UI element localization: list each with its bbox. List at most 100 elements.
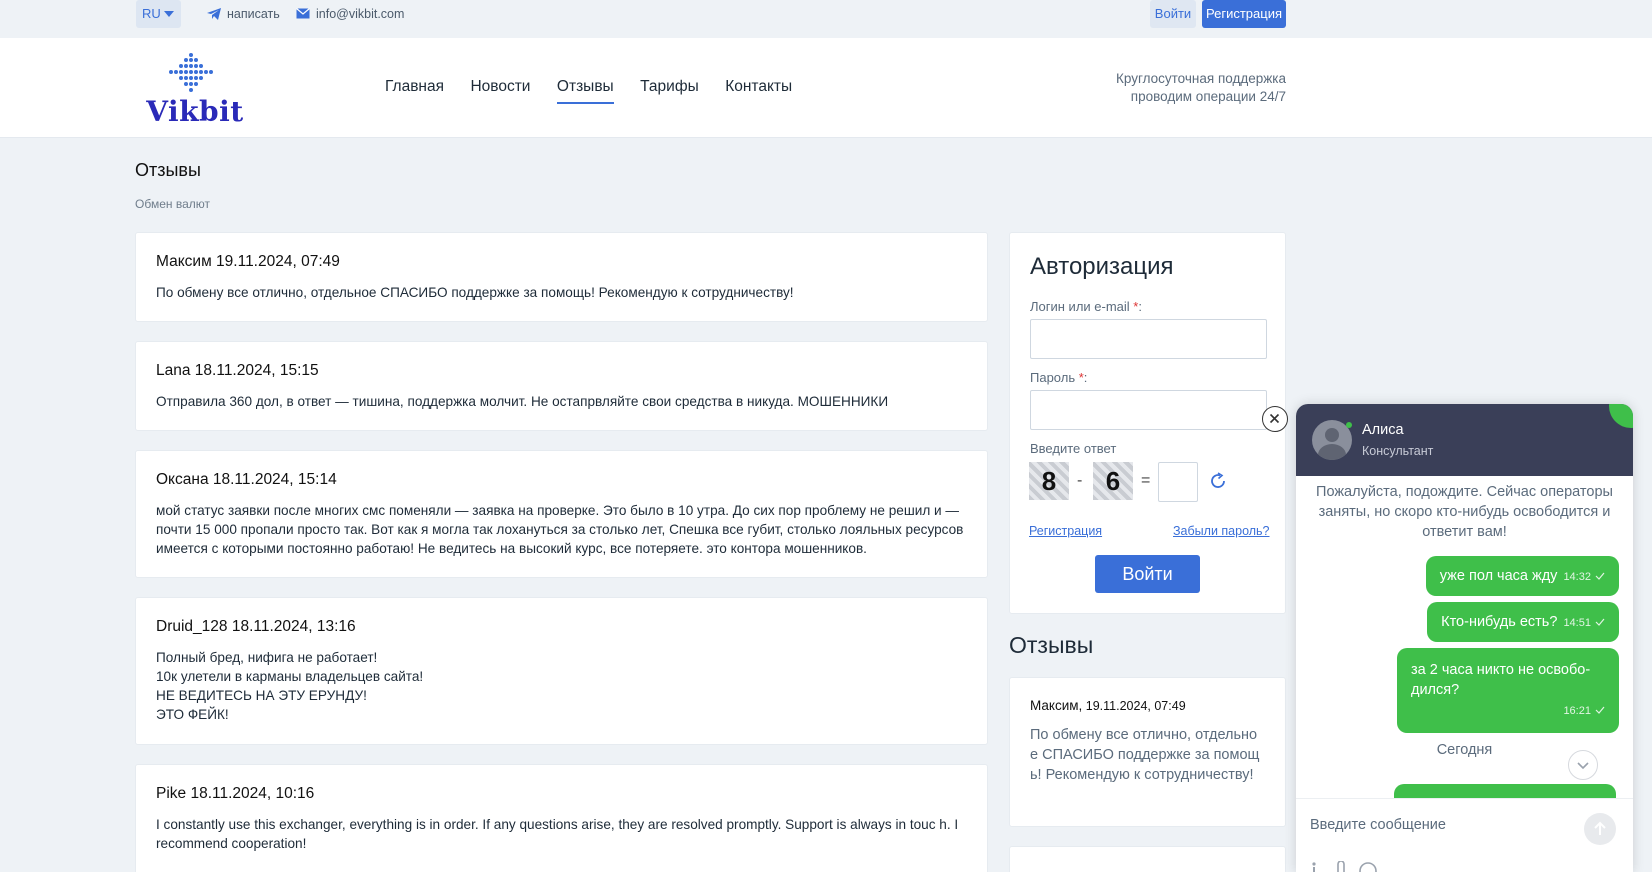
auth-title: Авторизация <box>1030 253 1174 280</box>
chat-close-button[interactable] <box>1262 406 1288 432</box>
main-nav: Главная Новости Отзывы Тарифы Контакты <box>385 78 814 104</box>
close-icon <box>1269 413 1280 424</box>
nav-news[interactable]: Новости <box>470 78 530 102</box>
chat-composer <box>1296 798 1633 872</box>
sidebar-review-text: По обмену все отлично, отдельное СПАСИБО… <box>1030 727 1260 783</box>
review-card: Оксана 18.11.2024, 15:14 мой статус заяв… <box>135 450 988 578</box>
chat-message-text: за 2 часа никто не освобо-дился? <box>1411 662 1591 698</box>
captcha-equals: = <box>1141 472 1151 489</box>
chevron-down-icon <box>1577 762 1589 770</box>
mail-icon <box>296 8 310 19</box>
review-text: Полный бред, нифига не работает! 10к уле… <box>156 650 424 722</box>
nav-contacts[interactable]: Контакты <box>725 78 792 102</box>
language-value: RU <box>142 6 161 21</box>
site-logo[interactable]: Vikbit <box>140 46 250 132</box>
logo-text: Vikbit <box>146 95 244 128</box>
password-label: Пароль *: <box>1030 370 1088 385</box>
chat-message: уже пол часа жду 14:32 <box>1425 556 1619 596</box>
review-date: 18.11.2024, 10:16 <box>190 785 315 802</box>
login-input[interactable] <box>1030 319 1267 359</box>
support-line-1: Круглосуточная поддержка <box>1116 71 1286 86</box>
chat-widget: Алиса Консультант Пожалуйста, подождите.… <box>1296 404 1633 872</box>
captcha-label: Введите ответ <box>1030 441 1117 456</box>
review-author: Максим <box>156 253 212 270</box>
check-icon <box>1595 618 1605 626</box>
email-link[interactable]: info@vikbit.com <box>296 0 404 28</box>
review-text: По обмену все отлично, отдельное СПАСИБО… <box>156 285 794 300</box>
send-button[interactable] <box>1584 813 1616 845</box>
nav-reviews[interactable]: Отзывы <box>556 78 614 104</box>
caret-down-icon <box>164 11 174 17</box>
chat-message-time: 14:51 <box>1563 617 1591 629</box>
review-header: Pike 18.11.2024, 10:16 <box>156 785 967 803</box>
review-card: Lana 18.11.2024, 15:15 Отправила 360 дол… <box>135 341 988 431</box>
sidebar-review-card <box>1009 846 1286 872</box>
refresh-icon[interactable] <box>1208 471 1228 491</box>
breadcrumb[interactable]: Обмен валют <box>135 197 210 211</box>
captcha-digit-a: 8 <box>1029 462 1069 500</box>
logo-dots-icon <box>169 53 213 92</box>
password-input[interactable] <box>1030 390 1267 430</box>
review-date: 18.11.2024, 15:15 <box>194 362 319 379</box>
agent-name: Алиса <box>1362 422 1404 438</box>
language-select[interactable]: RU <box>136 0 181 28</box>
send-arrow-icon <box>1594 821 1606 835</box>
review-header: Оксана 18.11.2024, 15:14 <box>156 471 967 489</box>
top-bar: RU написать info@vikbit.com Войти Регист… <box>0 0 1652 38</box>
agent-role: Консультант <box>1362 444 1434 458</box>
captcha-answer-input[interactable] <box>1158 462 1198 502</box>
support-line-2: проводим операции 24/7 <box>1130 89 1286 104</box>
telegram-link[interactable]: написать <box>207 0 280 28</box>
review-author: Pike <box>156 785 187 802</box>
chat-header: Алиса Консультант <box>1296 404 1633 476</box>
nav-home[interactable]: Главная <box>385 78 444 102</box>
attachment-tools-icon[interactable] <box>1310 861 1380 872</box>
online-indicator-icon <box>1346 422 1352 428</box>
review-date: 18.11.2024, 15:14 <box>212 471 337 488</box>
telegram-icon <box>207 8 221 20</box>
chat-message-text: Кто-нибудь есть? <box>1441 614 1558 630</box>
scroll-down-button[interactable] <box>1568 750 1598 780</box>
chat-message: за 2 часа никто не освобо-дился? 16:21 <box>1397 648 1619 733</box>
review-text: мой статус заявки после многих смс помен… <box>156 503 964 556</box>
chat-message-text: уже пол часа жду <box>1439 568 1558 584</box>
chat-message: Кто-нибудь есть? 14:51 <box>1427 602 1619 642</box>
review-text: Отправила 360 дол, в ответ — тишина, под… <box>156 394 889 409</box>
review-text: I constantly use this exchanger, everyth… <box>156 817 959 851</box>
chat-message-partial <box>1394 784 1616 798</box>
chat-message-input[interactable] <box>1310 813 1560 837</box>
check-icon <box>1595 572 1605 580</box>
review-header: Максим 19.11.2024, 07:49 <box>156 253 967 271</box>
register-button-top[interactable]: Регистрация <box>1202 0 1286 28</box>
register-link[interactable]: Регистрация <box>1029 524 1102 538</box>
login-button-top[interactable]: Войти <box>1150 0 1196 28</box>
email-text: info@vikbit.com <box>316 7 405 21</box>
review-date: 18.11.2024, 13:16 <box>231 618 356 635</box>
site-header: Vikbit Главная Новости Отзывы Тарифы Кон… <box>0 38 1652 138</box>
sidebar-review-author: Максим, <box>1030 698 1083 713</box>
forgot-password-link[interactable]: Забыли пароль? <box>1173 524 1270 538</box>
review-date: 19.11.2024, 07:49 <box>216 253 340 270</box>
review-author: Druid_128 <box>156 618 228 635</box>
review-header: Druid_128 18.11.2024, 13:16 <box>156 618 967 636</box>
login-submit-button[interactable]: Войти <box>1095 555 1200 593</box>
sidebar-reviews-title: Отзывы <box>1009 632 1094 658</box>
review-author: Оксана <box>156 471 209 488</box>
review-card: Максим 19.11.2024, 07:49 По обмену все о… <box>135 232 988 322</box>
login-label: Логин или e-mail *: <box>1030 299 1142 314</box>
review-card: Pike 18.11.2024, 10:16 I constantly use … <box>135 764 988 872</box>
sidebar-review-header: Максим, 19.11.2024, 07:49 <box>1030 698 1265 713</box>
captcha-operator: - <box>1077 472 1083 489</box>
nav-tariffs[interactable]: Тарифы <box>640 78 699 102</box>
review-author: Lana <box>156 362 191 379</box>
check-icon <box>1595 706 1605 714</box>
review-card: Druid_128 18.11.2024, 13:16 Полный бред,… <box>135 597 988 745</box>
chat-wait-message: Пожалуйста, подождите. Сейчас операторы … <box>1316 484 1613 540</box>
sidebar-review-card: Максим, 19.11.2024, 07:49 По обмену все … <box>1009 677 1286 827</box>
review-header: Lana 18.11.2024, 15:15 <box>156 362 967 380</box>
chat-status-corner <box>1609 404 1633 428</box>
chat-message-time: 14:32 <box>1563 571 1591 583</box>
captcha-digit-b: 6 <box>1093 462 1133 500</box>
chat-message-time: 16:21 <box>1563 705 1591 717</box>
support-info: Круглосуточная поддержка проводим операц… <box>1116 70 1286 106</box>
